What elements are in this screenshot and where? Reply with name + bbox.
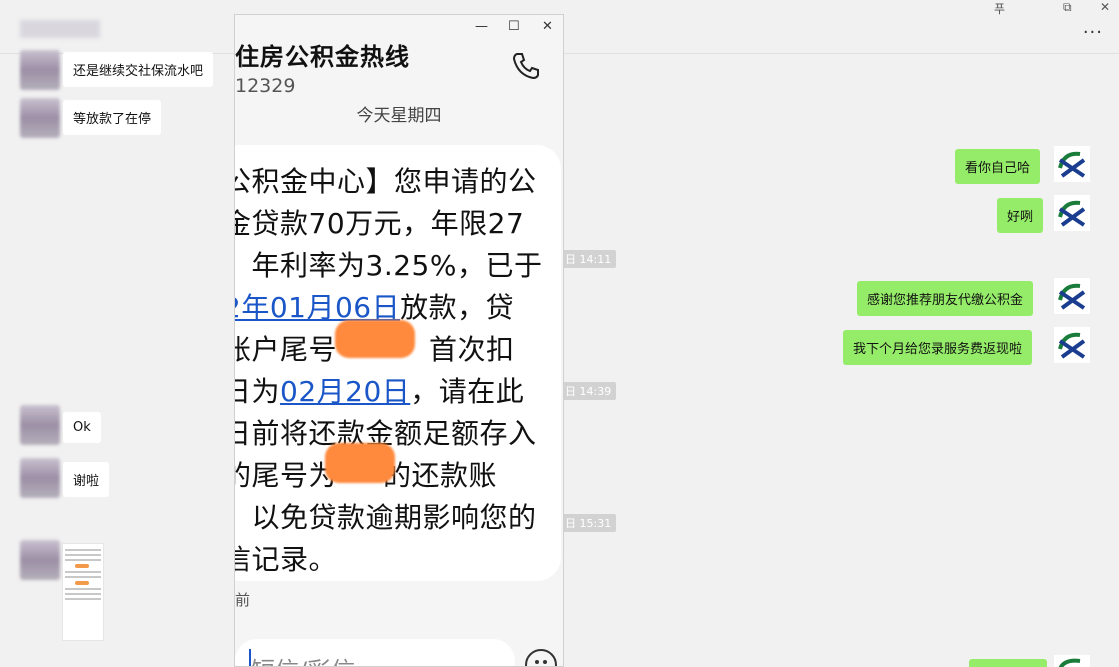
restore-icon[interactable]: ⧉ — [1063, 0, 1072, 15]
sms-text-line: 日为02月20日，请在此 — [235, 375, 525, 408]
sms-sender-number: 12329 — [235, 75, 296, 97]
avatar[interactable] — [20, 405, 60, 445]
chat-message-outgoing[interactable]: 看你自己哈 — [955, 149, 1041, 184]
close-icon[interactable]: ✕ — [542, 19, 553, 34]
close-icon[interactable]: ✕ — [1100, 0, 1110, 14]
sms-time-label: 前 — [235, 591, 251, 609]
sms-sender-title: 住房公积金热线 — [235, 43, 410, 71]
chat-timestamp: 日 14:39 — [560, 382, 617, 400]
redaction-scribble — [335, 320, 415, 358]
phone-icon[interactable] — [511, 51, 541, 81]
chat-message-incoming[interactable]: 谢啦 — [63, 462, 110, 497]
sms-text-line: ，年利率为3.25%，已于 — [234, 249, 543, 282]
contact-name-blurred — [20, 20, 100, 38]
avatar[interactable] — [20, 458, 60, 498]
pin-icon[interactable]: 푸 — [994, 0, 1005, 17]
chat-message-incoming[interactable]: 等放款了在停 — [63, 100, 162, 135]
date-link[interactable]: 02月20日 — [280, 375, 410, 408]
sms-date-label: 今天星期四 — [356, 106, 442, 126]
avatar-logo-icon[interactable] — [1054, 146, 1090, 182]
sms-text-line: 公积金中心】您申请的公 — [234, 165, 537, 198]
sms-compose-input[interactable]: 短信/彩信 — [235, 639, 515, 666]
sms-text-line: ，以免贷款逾期影响您的 — [234, 501, 537, 534]
chat-message-incoming[interactable]: Ok — [63, 412, 101, 443]
avatar-logo-icon[interactable] — [1054, 278, 1090, 314]
chat-timestamp: 日 15:31 — [560, 514, 617, 532]
chat-message-outgoing[interactable]: 我下个月给您录服务费返现啦 — [843, 330, 1033, 365]
chat-message-outgoing[interactable] — [969, 659, 1047, 667]
avatar[interactable] — [20, 540, 60, 580]
avatar-logo-icon[interactable] — [1054, 327, 1090, 363]
avatar-logo-icon[interactable] — [1054, 655, 1090, 667]
avatar[interactable] — [20, 50, 60, 90]
chat-message-outgoing[interactable]: 感谢您推荐朋友代缴公积金 — [857, 281, 1034, 316]
chat-message-outgoing[interactable]: 好咧 — [997, 198, 1044, 233]
sms-screenshot-window[interactable]: — ☐ ✕ 住房公积金热线 12329 今天星期四 公积金中心】您申请的公 金贷… — [234, 14, 564, 667]
more-options-icon[interactable]: ··· — [1083, 22, 1103, 43]
sms-text-line: 金贷款70万元，年限27 — [234, 207, 525, 240]
redaction-scribble — [325, 443, 395, 483]
avatar[interactable] — [20, 98, 60, 138]
chat-timestamp: 日 14:11 — [560, 250, 617, 268]
image-message-thumbnail[interactable] — [62, 543, 104, 641]
maximize-icon[interactable]: ☐ — [508, 19, 520, 34]
sms-text-line: 信记录。 — [234, 543, 338, 576]
emoji-icon[interactable] — [525, 649, 557, 666]
chat-message-incoming[interactable]: 还是继续交社保流水吧 — [63, 52, 214, 87]
minimize-icon[interactable]: — — [475, 19, 488, 34]
avatar-logo-icon[interactable] — [1054, 195, 1090, 231]
compose-placeholder: 短信/彩信 — [251, 651, 355, 666]
